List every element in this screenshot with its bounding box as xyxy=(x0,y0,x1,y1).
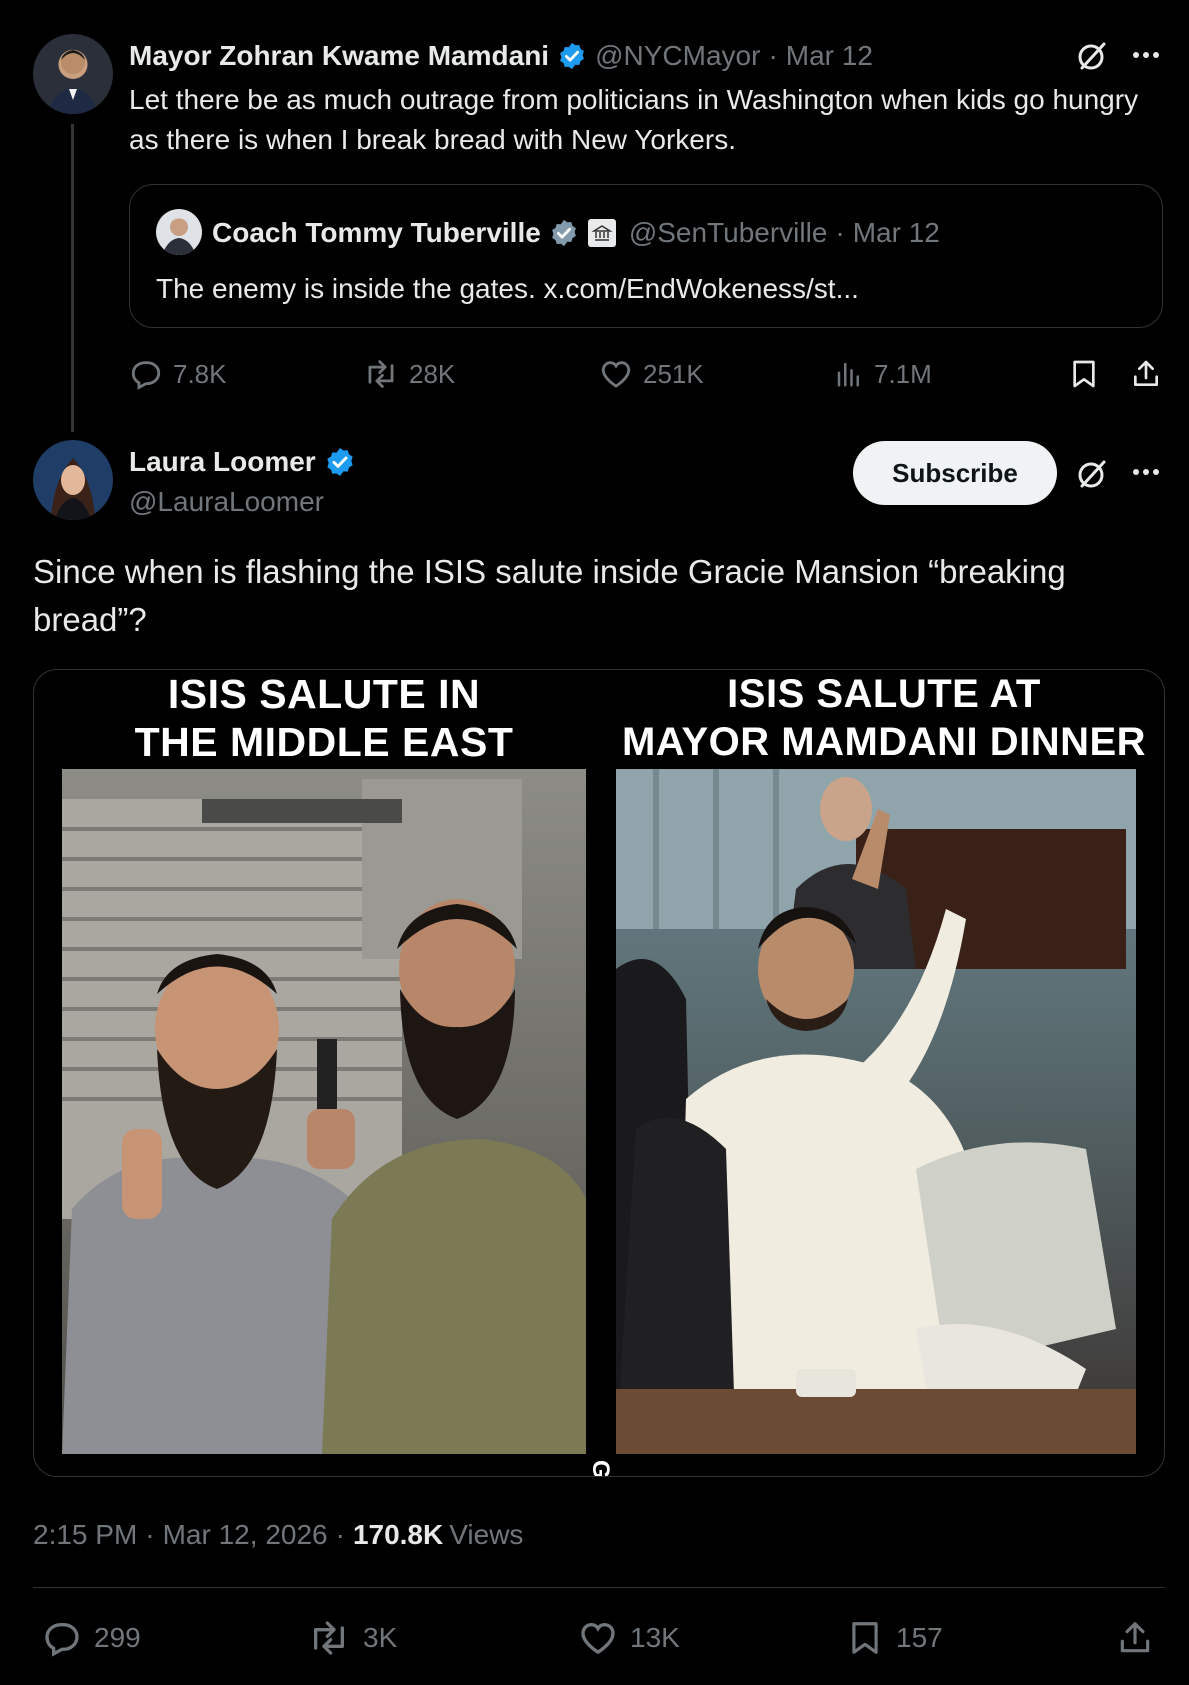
main-tweet-header: Laura Loomer xyxy=(129,442,356,482)
thread-connector-line xyxy=(71,124,74,432)
share-icon[interactable] xyxy=(1130,357,1162,391)
verified-badge-icon xyxy=(327,448,353,476)
reply-count: 7.8K xyxy=(173,358,227,389)
left-photo xyxy=(62,769,586,1454)
loomer-avatar[interactable] xyxy=(33,440,113,520)
header-separator: · xyxy=(835,217,845,248)
quoted-author-name[interactable]: Coach Tommy Tuberville xyxy=(212,217,541,249)
author-handle[interactable]: @LauraLoomer xyxy=(129,482,324,522)
bookmark-action[interactable]: 157 xyxy=(846,1618,943,1658)
mamdani-avatar[interactable] xyxy=(33,34,113,114)
author-name[interactable]: Laura Loomer xyxy=(129,446,316,478)
left-photo-illustration xyxy=(62,779,586,1454)
header-separator: · xyxy=(768,40,778,71)
views-count: 7.1M xyxy=(874,358,932,389)
divider xyxy=(33,1587,1165,1588)
more-icon[interactable] xyxy=(1131,50,1161,60)
quoted-tweet-date[interactable]: Mar 12 xyxy=(853,217,940,249)
like-icon xyxy=(601,361,631,388)
reply-action[interactable]: 299 xyxy=(42,1618,141,1658)
bookmark-icon xyxy=(852,1622,878,1654)
more-icon[interactable] xyxy=(1131,467,1161,477)
meta-separator: · xyxy=(145,1519,155,1550)
bookmark-icon[interactable] xyxy=(1068,357,1100,391)
like-count: 13K xyxy=(630,1622,680,1653)
right-photo-illustration xyxy=(616,769,1136,1454)
repost-action[interactable]: 28K xyxy=(363,357,455,391)
tweet-media-image[interactable]: ISIS SALUTE IN THE MIDDLE EAST ISIS SALU… xyxy=(33,669,1165,1477)
government-badge-icon xyxy=(587,219,616,247)
tweet-meta: 2:15 PM · Mar 12, 2026 · 170.8K Views xyxy=(33,1515,523,1555)
repost-action[interactable]: 3K xyxy=(307,1618,397,1658)
tweet-date[interactable]: Mar 12 xyxy=(786,40,873,72)
author-name[interactable]: Mayor Zohran Kwame Mamdani xyxy=(129,40,549,72)
grok-icon[interactable] xyxy=(1075,39,1109,73)
views-action[interactable]: 7.1M xyxy=(834,357,932,391)
right-photo xyxy=(616,769,1136,1454)
parent-tweet-header: Mayor Zohran Kwame Mamdani @NYCMayor · M… xyxy=(129,36,873,76)
tweet-full-date[interactable]: Mar 12, 2026 xyxy=(163,1515,328,1555)
author-handle[interactable]: @NYCMayor xyxy=(595,40,760,72)
view-count[interactable]: 170.8K xyxy=(353,1515,443,1555)
watermark-text: GinnyM@PatriotXV11 xyxy=(586,1460,614,1476)
subscribe-button[interactable]: Subscribe xyxy=(853,441,1057,505)
repost-count: 3K xyxy=(363,1622,398,1653)
like-icon xyxy=(581,1622,615,1655)
like-count: 251K xyxy=(643,358,704,389)
left-caption: ISIS SALUTE IN THE MIDDLE EAST xyxy=(134,671,514,765)
right-caption: ISIS SALUTE AT MAYOR MAMDANI DINNER xyxy=(621,672,1147,764)
reply-action[interactable]: 7.8K xyxy=(129,357,227,391)
grok-icon[interactable] xyxy=(1075,457,1109,491)
avatar-person-shape xyxy=(51,458,95,520)
verified-badge-icon xyxy=(551,219,576,247)
tweet-time[interactable]: 2:15 PM xyxy=(33,1515,137,1555)
like-action[interactable]: 251K xyxy=(599,357,704,391)
repost-icon xyxy=(313,1621,344,1655)
views-icon xyxy=(837,362,859,387)
quoted-tweet-header: Coach Tommy Tuberville @SenTuberville · … xyxy=(212,213,940,253)
reply-icon xyxy=(45,1623,79,1657)
quoted-tweet-card[interactable]: Coach Tommy Tuberville @SenTuberville · … xyxy=(129,184,1163,328)
avatar-suit-shape xyxy=(47,50,99,114)
reply-icon xyxy=(131,361,161,390)
tweet-text: Since when is flashing the ISIS salute i… xyxy=(33,553,1066,638)
quoted-author-handle[interactable]: @SenTuberville xyxy=(629,217,828,249)
tweet-text: Let there be as much outrage from politi… xyxy=(129,84,1139,155)
bookmark-count: 157 xyxy=(896,1622,943,1653)
avatar-person-shape xyxy=(162,217,196,255)
view-label[interactable]: Views xyxy=(449,1515,523,1555)
tuberville-avatar[interactable] xyxy=(156,209,202,255)
reply-count: 299 xyxy=(94,1622,141,1653)
quoted-tweet-text[interactable]: The enemy is inside the gates. x.com/End… xyxy=(156,269,859,309)
repost-icon xyxy=(368,360,394,388)
verified-badge-icon xyxy=(560,42,584,70)
share-icon[interactable] xyxy=(1116,1618,1154,1658)
repost-count: 28K xyxy=(409,358,456,389)
meta-separator: · xyxy=(335,1519,345,1550)
like-action[interactable]: 13K xyxy=(578,1618,680,1658)
